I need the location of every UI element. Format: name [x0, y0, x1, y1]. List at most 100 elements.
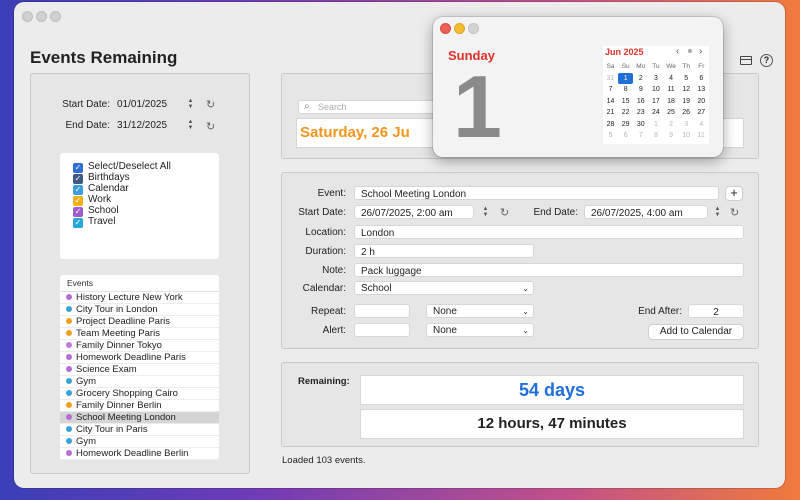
calendar-day[interactable]: 9: [633, 84, 648, 96]
calendar-day[interactable]: 11: [694, 130, 709, 142]
form-start-date-field[interactable]: 26/07/2025, 2:00 am: [354, 205, 474, 219]
calendar-day[interactable]: 8: [618, 84, 633, 96]
calendar-day[interactable]: 13: [694, 84, 709, 96]
chevron-right-icon[interactable]: ›: [699, 46, 702, 57]
calendar-day[interactable]: 7: [603, 84, 618, 96]
calendar-filter-item[interactable]: ✓ Work: [73, 194, 171, 206]
calendar-day[interactable]: 28: [603, 119, 618, 131]
event-list-item[interactable]: Team Meeting Paris: [60, 328, 219, 340]
reset-start-date-icon[interactable]: ↻: [206, 99, 215, 111]
help-icon[interactable]: ?: [760, 54, 773, 67]
calendar-day[interactable]: 15: [618, 96, 633, 108]
calendar-filter-item[interactable]: ✓ Calendar: [73, 183, 171, 195]
calendar-day[interactable]: 18: [664, 96, 679, 108]
calendar-day[interactable]: 5: [603, 130, 618, 142]
end-date-field[interactable]: 31/12/2025: [114, 118, 176, 133]
form-start-date-stepper[interactable]: ▲ ▼: [481, 206, 490, 220]
calendar-day[interactable]: 22: [618, 107, 633, 119]
chevron-left-icon[interactable]: ‹: [676, 46, 679, 57]
calendar-day[interactable]: 1: [648, 119, 663, 131]
event-list-item[interactable]: School Meeting London: [60, 412, 219, 424]
calendar-day[interactable]: 6: [694, 73, 709, 85]
calendar-day[interactable]: 4: [694, 119, 709, 131]
calendar-day[interactable]: 14: [603, 96, 618, 108]
calendar-day[interactable]: 16: [633, 96, 648, 108]
calendar-day[interactable]: 25: [664, 107, 679, 119]
reset-form-end-icon[interactable]: ↻: [730, 207, 739, 219]
event-list-item[interactable]: Project Deadline Paris: [60, 316, 219, 328]
sidebar-toggle-icon[interactable]: [740, 56, 752, 65]
calendar-day[interactable]: 7: [633, 130, 648, 142]
reset-end-date-icon[interactable]: ↻: [206, 121, 215, 133]
calendar-day[interactable]: 30: [633, 119, 648, 131]
calendar-filter-item[interactable]: ✓ School: [73, 205, 171, 217]
repeat-select[interactable]: None ⌄: [426, 304, 534, 318]
minimize-window-button[interactable]: [36, 11, 47, 22]
calendar-day[interactable]: 20: [694, 96, 709, 108]
event-list-item[interactable]: History Lecture New York: [60, 292, 219, 304]
calendar-day[interactable]: 8: [648, 130, 663, 142]
checkbox-checked-icon[interactable]: ✓: [73, 218, 83, 228]
duration-field[interactable]: 2 h: [354, 244, 534, 258]
calendar-day[interactable]: 27: [694, 107, 709, 119]
calendar-day[interactable]: 4: [664, 73, 679, 85]
start-date-field[interactable]: 01/01/2025: [114, 97, 176, 112]
repeat-interval-field[interactable]: [354, 304, 410, 318]
event-list-item[interactable]: City Tour in Paris: [60, 424, 219, 436]
popup-zoom-button[interactable]: [468, 23, 479, 34]
alert-interval-field[interactable]: [354, 323, 410, 337]
calendar-day[interactable]: 3: [648, 73, 663, 85]
calendar-day[interactable]: 10: [648, 84, 663, 96]
calendar-day[interactable]: 11: [664, 84, 679, 96]
calendar-day[interactable]: 6: [618, 130, 633, 142]
calendar-day[interactable]: 26: [679, 107, 694, 119]
add-event-button[interactable]: +: [725, 186, 743, 201]
end-date-stepper[interactable]: ▲ ▼: [186, 119, 195, 133]
calendar-filter-item[interactable]: ✓ Select/Deselect All: [73, 161, 171, 173]
calendar-day[interactable]: 10: [679, 130, 694, 142]
calendar-day[interactable]: 19: [679, 96, 694, 108]
calendar-day[interactable]: 17: [648, 96, 663, 108]
event-list-item[interactable]: Homework Deadline Berlin: [60, 448, 219, 460]
today-dot-icon[interactable]: [688, 49, 692, 53]
event-list-item[interactable]: Science Exam: [60, 364, 219, 376]
alert-select[interactable]: None ⌄: [426, 323, 534, 337]
add-to-calendar-button[interactable]: Add to Calendar: [648, 324, 744, 340]
calendar-day[interactable]: 9: [664, 130, 679, 142]
calendar-day[interactable]: 12: [679, 84, 694, 96]
event-name-field[interactable]: School Meeting London: [354, 186, 719, 200]
close-window-button[interactable]: [22, 11, 33, 22]
event-list-item[interactable]: Gym: [60, 376, 219, 388]
calendar-day[interactable]: 2: [633, 73, 648, 85]
event-list-item[interactable]: Homework Deadline Paris: [60, 352, 219, 364]
calendar-day[interactable]: 2: [664, 119, 679, 131]
calendar-filter-item[interactable]: ✓ Birthdays: [73, 172, 171, 184]
location-field[interactable]: London: [354, 225, 744, 239]
calendar-filter-item[interactable]: ✓ Travel: [73, 216, 171, 228]
event-list-item[interactable]: Family Dinner Tokyo: [60, 340, 219, 352]
start-date-stepper[interactable]: ▲ ▼: [186, 98, 195, 112]
event-list-item[interactable]: City Tour in London: [60, 304, 219, 316]
calendar-day[interactable]: 23: [633, 107, 648, 119]
mini-calendar: Jun 2025 ‹ › Sa Su Mo Tu We Th Fr 31 1 2 3 4 5 6 7 8 9 10…: [603, 46, 709, 144]
zoom-window-button[interactable]: [50, 11, 61, 22]
event-list-item[interactable]: Family Dinner Berlin: [60, 400, 219, 412]
calendar-day[interactable]: 29: [618, 119, 633, 131]
reset-form-start-icon[interactable]: ↻: [500, 207, 509, 219]
calendar-day[interactable]: 21: [603, 107, 618, 119]
popup-minimize-button[interactable]: [454, 23, 465, 34]
event-list-item[interactable]: Grocery Shopping Cairo: [60, 388, 219, 400]
popup-close-button[interactable]: [440, 23, 451, 34]
form-end-date-stepper[interactable]: ▲ ▼: [713, 206, 722, 220]
calendar-day[interactable]: 1: [618, 72, 634, 84]
note-field[interactable]: Pack luggage: [354, 263, 744, 277]
event-list-item[interactable]: Gym: [60, 436, 219, 448]
calendar-day[interactable]: 5: [679, 73, 694, 85]
calendar-day[interactable]: 31: [603, 73, 618, 85]
calendar-day[interactable]: 3: [679, 119, 694, 131]
calendar-day[interactable]: 24: [648, 107, 663, 119]
end-after-field[interactable]: 2: [688, 304, 744, 318]
events-list-header: Events: [60, 275, 219, 292]
calendar-select[interactable]: School ⌄: [354, 281, 534, 295]
form-end-date-field[interactable]: 26/07/2025, 4:00 am: [584, 205, 708, 219]
